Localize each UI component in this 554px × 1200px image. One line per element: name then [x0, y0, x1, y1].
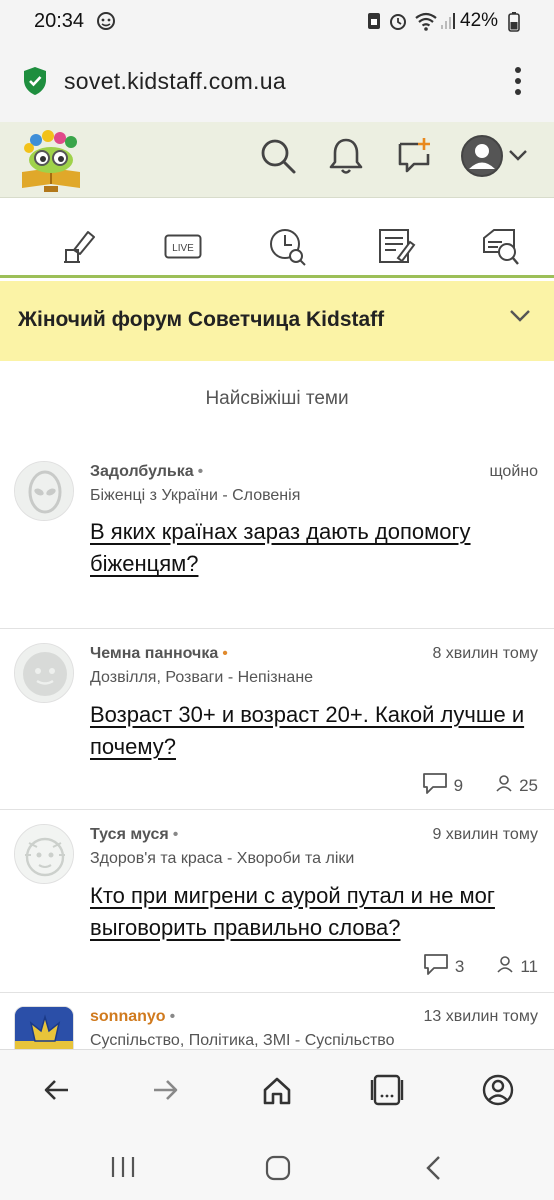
url-field[interactable]: sovet.kidstaff.com.ua — [64, 68, 286, 95]
topic-time: 9 хвилин тому — [432, 826, 538, 843]
reply-count: 9 — [453, 775, 464, 795]
status-bar: 20:34 42% — [0, 0, 554, 44]
view-count: 25 — [519, 775, 538, 795]
topic-title-link[interactable]: В яких країнах зараз дають допомогу біже… — [90, 516, 540, 580]
user-avatar-icon[interactable] — [460, 134, 504, 183]
section-title: Найсвіжіші теми — [205, 388, 349, 409]
comment-icon — [423, 953, 449, 980]
forum-list-icon[interactable] — [376, 226, 416, 271]
topic-row[interactable]: Задолбулька • щойно Біженці з України - С… — [0, 448, 554, 629]
battery-level: 42% — [460, 10, 499, 31]
topic-category[interactable]: Дозвілля, Розваги - Непізнане — [90, 669, 313, 687]
back-arrow-icon[interactable] — [42, 1076, 70, 1109]
system-nav-bar — [0, 1133, 554, 1200]
new-message-icon[interactable] — [396, 136, 434, 181]
kebab-menu-icon[interactable] — [510, 66, 526, 101]
topic-category[interactable]: Біженці з України - Словенія — [90, 487, 300, 505]
topic-title-link[interactable]: Возраст 30+ и возраст 20+. Какой лучше и… — [90, 699, 540, 763]
bell-icon[interactable] — [328, 136, 364, 181]
home-button-icon[interactable] — [265, 1155, 291, 1186]
forum-title: Жіночий форум Советчица Kidstaff — [18, 308, 385, 331]
sim-icon — [366, 11, 382, 36]
recent-icon[interactable] — [268, 226, 308, 271]
topic-time: щойно — [489, 463, 538, 480]
browser-url-bar: sovet.kidstaff.com.ua — [0, 44, 554, 122]
avatar[interactable] — [14, 461, 74, 521]
search-box-icon[interactable] — [480, 226, 520, 271]
notification-icon — [96, 11, 116, 36]
comment-icon — [422, 772, 448, 799]
topic-author[interactable]: Туся муся • — [90, 826, 178, 844]
user-icon — [496, 955, 514, 978]
live-icon[interactable]: LIVE — [164, 234, 202, 265]
forum-icon-nav: LIVE — [0, 198, 554, 278]
avatar[interactable] — [14, 1006, 74, 1049]
topic-author[interactable]: Чемна панночка • — [90, 645, 228, 663]
home-icon[interactable] — [262, 1076, 292, 1111]
topic-author[interactable]: sonnanyo • — [90, 1008, 175, 1026]
topic-row[interactable]: sonnanyo • 13 хвилин тому Суспільство, По… — [0, 994, 554, 1049]
status-time: 20:34 — [34, 10, 85, 32]
chevron-down-icon[interactable] — [509, 309, 531, 328]
site-header — [0, 122, 554, 198]
reply-count: 3 — [454, 956, 465, 976]
search-icon[interactable] — [258, 136, 298, 181]
avatar[interactable] — [14, 824, 74, 884]
topic-title-link[interactable]: Кто при мигрени с аурой путал и не мог в… — [90, 880, 540, 944]
wifi-icon — [414, 11, 438, 36]
user-icon — [495, 774, 513, 797]
new-topic-icon[interactable] — [58, 226, 98, 271]
chevron-down-icon[interactable] — [508, 148, 528, 167]
topic-author[interactable]: Задолбулька • — [90, 463, 203, 481]
topic-row[interactable]: Туся муся • 9 хвилин тому Здоров'я та кра… — [0, 811, 554, 993]
topic-time: 8 хвилин тому — [432, 645, 538, 662]
signal-icon — [440, 11, 456, 36]
view-count: 11 — [520, 956, 538, 976]
kidstaff-logo-icon[interactable] — [16, 128, 86, 197]
topic-row[interactable]: Чемна панночка • 8 хвилин тому Дозвілля, … — [0, 630, 554, 810]
recent-apps-icon[interactable] — [110, 1155, 136, 1184]
topic-category[interactable]: Здоров'я та краса - Хвороби та ліки — [90, 850, 354, 868]
live-label: LIVE — [172, 243, 194, 254]
profile-icon[interactable] — [482, 1074, 514, 1111]
browser-bottom-bar — [0, 1049, 554, 1133]
topic-category[interactable]: Суспільство, Політика, ЗМІ - Суспільство — [90, 1032, 395, 1049]
avatar[interactable] — [14, 643, 74, 703]
alarm-icon — [388, 11, 408, 36]
back-button-icon[interactable] — [424, 1155, 442, 1186]
topic-time: 13 хвилин тому — [423, 1008, 538, 1025]
forward-arrow-icon[interactable] — [152, 1076, 180, 1109]
tabs-icon[interactable] — [370, 1074, 404, 1111]
battery-icon — [508, 12, 520, 37]
topic-stats: 9 25 — [422, 772, 538, 799]
forum-banner[interactable]: Жіночий форум Советчица Kidstaff — [0, 281, 554, 361]
shield-check-icon[interactable] — [22, 66, 48, 101]
topic-stats: 3 11 — [423, 953, 538, 980]
